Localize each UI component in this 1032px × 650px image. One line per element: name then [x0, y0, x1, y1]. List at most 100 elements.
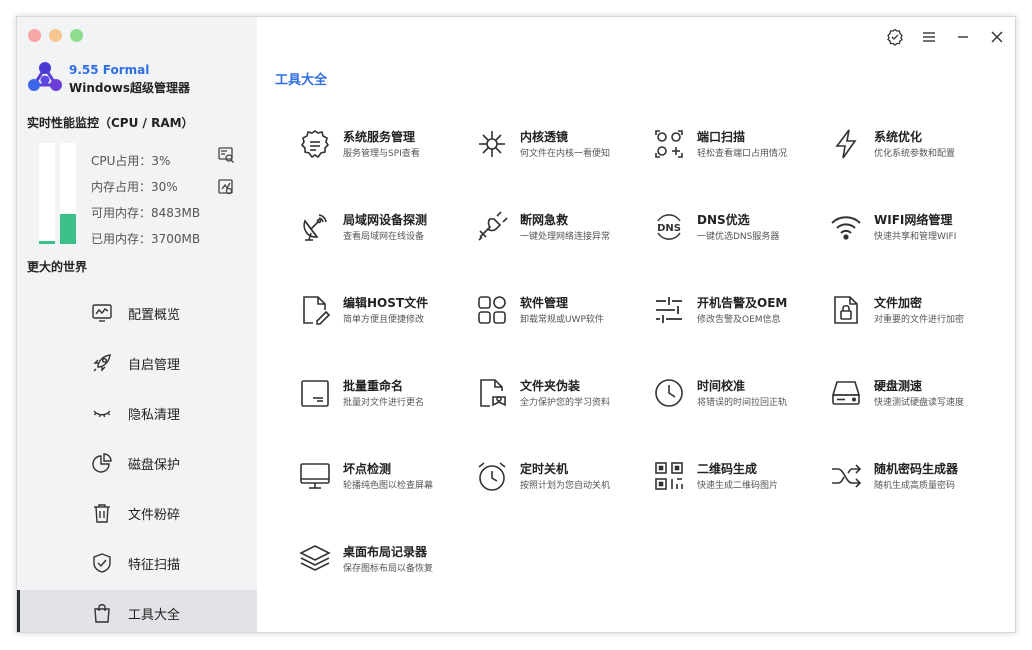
- tool-system-optimize[interactable]: 系统优化 优化系统参数和配置: [830, 126, 1000, 166]
- dns-icon: DNS: [657, 214, 681, 240]
- app-version: 9.55 Formal: [69, 63, 150, 77]
- monitor-chart-icon: [92, 304, 112, 322]
- tool-boot-alert-oem[interactable]: 开机告警及OEM 修改告警及OEM信息: [653, 292, 823, 332]
- file-disguise-icon: [480, 379, 506, 407]
- tool-dead-pixel[interactable]: 坏点检测 轮播纯色图以检查屏幕: [299, 458, 469, 498]
- file-edit-icon: [303, 296, 331, 325]
- sidebar-item-config-overview[interactable]: 配置概览: [17, 290, 257, 336]
- settings-badge-icon[interactable]: [885, 27, 905, 47]
- tool-lan-detect[interactable]: 局域网设备探测 查看局域网在线设备: [299, 209, 469, 249]
- tagline: 更大的世界: [27, 260, 88, 274]
- tool-desc: 轮播纯色图以检查屏幕: [343, 481, 434, 491]
- tool-desc: 简单方便且便捷修改: [343, 315, 425, 325]
- app-logo-icon: [28, 62, 62, 91]
- sidebar-item-file-shred[interactable]: 文件粉碎: [17, 490, 257, 536]
- tool-kernel-lens[interactable]: 内核透镜 何文件在内核一看便知: [476, 126, 646, 166]
- tool-title: 定时关机: [520, 462, 569, 476]
- close-icon[interactable]: [987, 27, 1007, 47]
- tool-desc: 随机生成高质量密码: [874, 481, 956, 491]
- tool-title: DNS优选: [697, 213, 750, 227]
- closed-eye-icon: [93, 410, 111, 418]
- tool-desc: 对重要的文件进行加密: [874, 315, 965, 325]
- tool-title: 批量重命名: [343, 379, 404, 393]
- tool-title: 局域网设备探测: [343, 213, 428, 227]
- tool-desc: 快速测试硬盘读写速度: [874, 398, 965, 408]
- mem-stat: 内存占用：30%: [91, 180, 178, 194]
- tool-title: 时间校准: [697, 379, 746, 393]
- tool-qr-generate[interactable]: 二维码生成 快速生成二维码图片: [653, 458, 823, 498]
- close-dot[interactable]: [28, 29, 41, 42]
- tool-title: 文件加密: [874, 296, 923, 310]
- main-content: 工具大全 系统服务管理 服务管理与SPI查看 内核透镜 何文件在内核一看便知 端…: [257, 17, 1015, 632]
- tool-timed-shutdown[interactable]: 定时关机 按照计划为您自动关机: [476, 458, 646, 498]
- search-report-icon[interactable]: [217, 146, 235, 164]
- tool-title: 坏点检测: [343, 462, 392, 476]
- tool-desc: 批量对文件进行更名: [343, 398, 425, 408]
- sidebar-item-label: 隐私清理: [128, 407, 181, 423]
- minimize-icon[interactable]: [953, 27, 973, 47]
- used-mem-stat: 已用内存：3700MB: [91, 232, 201, 246]
- tool-wifi-manage[interactable]: WIFI网络管理 快速共享和管理WIFI: [830, 209, 1000, 249]
- rocket-icon: [93, 354, 111, 372]
- minimize-dot[interactable]: [49, 29, 62, 42]
- tool-desc: 快速共享和管理WIFI: [874, 232, 957, 242]
- sidebar-item-autostart[interactable]: 自启管理: [17, 340, 257, 386]
- sliders-icon: [656, 297, 682, 323]
- rename-icon: [301, 380, 329, 407]
- satellite-dish-icon: [303, 214, 327, 241]
- bag-icon: [94, 604, 110, 623]
- cpu-usage-fill: [39, 240, 55, 244]
- avail-mem-stat: 可用内存：8483MB: [91, 206, 201, 220]
- tool-title: 二维码生成: [697, 462, 758, 476]
- maximize-dot[interactable]: [70, 29, 83, 42]
- tool-desc: 保存图标布局以备恢复: [343, 564, 434, 574]
- tool-edit-host[interactable]: 编辑HOST文件 简单方便且便捷修改: [299, 292, 469, 332]
- tool-title: 编辑HOST文件: [343, 296, 429, 310]
- mem-usage-fill: [60, 213, 76, 244]
- trash-icon: [94, 504, 110, 523]
- tool-desktop-layout[interactable]: 桌面布局记录器 保存图标布局以备恢复: [299, 541, 469, 581]
- tool-port-scan[interactable]: 端口扫描 轻松查看端口占用情况: [653, 126, 823, 166]
- tool-network-rescue[interactable]: 断网急救 一键处理网络连接异常: [476, 209, 646, 249]
- sidebar-item-feature-scan[interactable]: 特征扫描: [17, 540, 257, 586]
- tool-file-encrypt[interactable]: 文件加密 对重要的文件进行加密: [830, 292, 1000, 332]
- gear-service-icon: [300, 130, 330, 159]
- menu-icon[interactable]: [919, 27, 939, 47]
- monitor-title: 实时性能监控（CPU / RAM）: [27, 116, 194, 130]
- page-title: 工具大全: [275, 73, 328, 88]
- tool-title: 软件管理: [520, 296, 569, 310]
- apps-grid-icon: [478, 296, 506, 324]
- sidebar-item-label: 文件粉碎: [128, 507, 181, 523]
- tool-folder-disguise[interactable]: 文件夹伪装 全力保护您的学习资料: [476, 375, 646, 415]
- virus-icon: [479, 131, 505, 157]
- tool-title: 桌面布局记录器: [343, 545, 428, 559]
- sidebar-item-disk-protect[interactable]: 磁盘保护: [17, 440, 257, 486]
- tool-password-generator[interactable]: 随机密码生成器 随机生成高质量密码: [830, 458, 1000, 498]
- memory-report-icon[interactable]: [217, 178, 235, 196]
- tool-software-manage[interactable]: 软件管理 卸载常规或UWP软件: [476, 292, 646, 332]
- tool-title: 随机密码生成器: [874, 462, 959, 476]
- tool-desc: 优化系统参数和配置: [874, 149, 956, 159]
- shuffle-icon: [832, 464, 862, 488]
- tool-batch-rename[interactable]: 批量重命名 批量对文件进行更名: [299, 375, 469, 415]
- sidebar-item-toolbox[interactable]: 工具大全: [17, 590, 257, 632]
- cpu-usage-bar: [39, 143, 55, 244]
- tool-desc: 服务管理与SPI查看: [343, 149, 420, 159]
- tool-time-sync[interactable]: 时间校准 将错误的时间拉回正轨: [653, 375, 823, 415]
- tool-title: 开机告警及OEM: [697, 296, 788, 310]
- sidebar-item-privacy-clean[interactable]: 隐私清理: [17, 390, 257, 436]
- tool-desc: 一键处理网络连接异常: [520, 232, 611, 242]
- window-traffic-lights: [28, 29, 83, 42]
- tool-dns-optimize[interactable]: DNS DNS优选 一键优选DNS服务器: [653, 209, 823, 249]
- cpu-stat: CPU占用：3%: [91, 154, 171, 168]
- sidebar-item-label: 特征扫描: [128, 557, 181, 573]
- tool-title: 端口扫描: [697, 130, 746, 144]
- tool-desc: 一键优选DNS服务器: [697, 232, 780, 242]
- layers-icon: [299, 545, 331, 571]
- tool-system-service[interactable]: 系统服务管理 服务管理与SPI查看: [299, 126, 469, 166]
- alarm-clock-icon: [478, 462, 506, 491]
- tool-desc: 按照计划为您自动关机: [520, 481, 611, 491]
- tool-title: WIFI网络管理: [874, 213, 953, 227]
- tool-disk-speed[interactable]: 硬盘测速 快速测试硬盘读写速度: [830, 375, 1000, 415]
- tool-title: 系统优化: [874, 130, 923, 144]
